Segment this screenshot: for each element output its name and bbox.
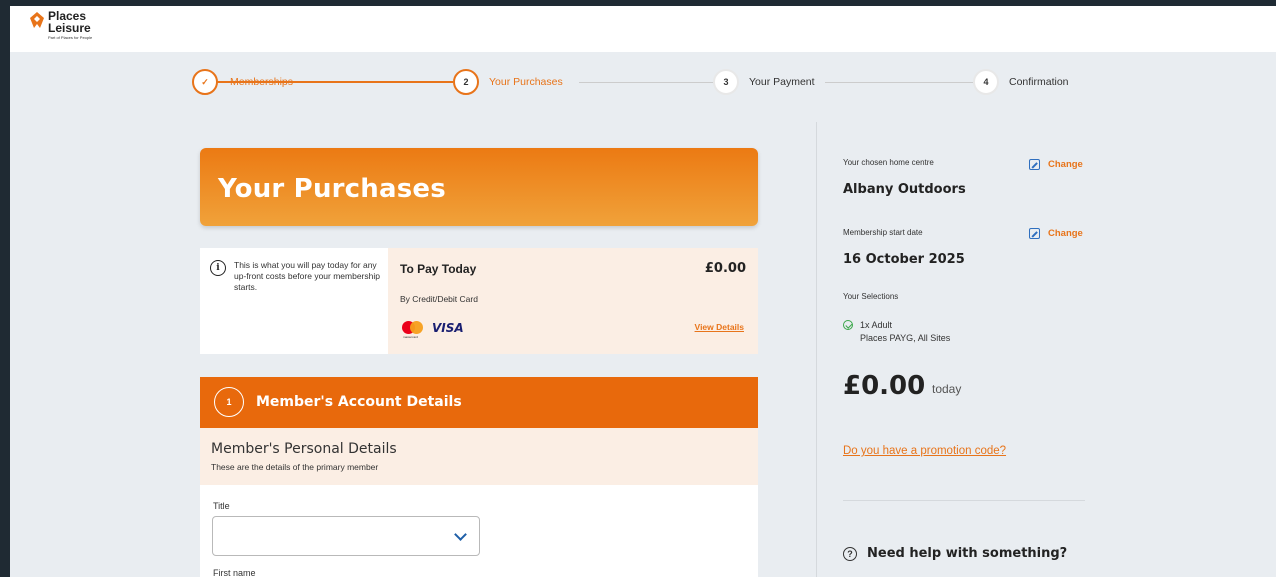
progress-stepper: ✓ Memberships 2 Your Purchases 3 Your Pa… — [10, 69, 1276, 99]
step-4-label: Confirmation — [1009, 76, 1069, 88]
info-icon: i — [210, 260, 226, 276]
personal-details-subtitle: These are the details of the primary mem… — [211, 462, 379, 472]
promo-code-link[interactable]: Do you have a promotion code? — [843, 445, 1006, 457]
pay-today-card: i This is what you will pay today for an… — [200, 248, 758, 354]
page-title: Your Purchases — [218, 174, 446, 204]
personal-details-form: Title First name — [200, 485, 758, 577]
logo-icon — [30, 12, 44, 28]
view-details-link[interactable]: View Details — [695, 322, 744, 332]
to-pay-today-title: To Pay Today — [400, 262, 477, 276]
step-3-label: Your Payment — [749, 76, 815, 88]
order-summary-sidebar: Your chosen home centre Change Albany Ou… — [816, 122, 1276, 577]
question-icon: ? — [843, 546, 857, 561]
account-details-title: Member's Account Details — [256, 394, 462, 410]
pay-info-text: This is what you will pay today for any … — [234, 260, 380, 292]
change-home-centre-button[interactable]: Change — [1029, 159, 1083, 170]
step-4-number: 4 — [973, 69, 999, 95]
total-suffix: today — [932, 382, 962, 396]
payment-method-text: By Credit/Debit Card — [400, 294, 478, 304]
sidebar-divider — [843, 500, 1085, 501]
check-circle-icon — [843, 320, 853, 330]
mastercard-icon: mastercard — [402, 321, 426, 339]
edit-icon — [1029, 159, 1040, 170]
title-field-label: Title — [213, 501, 230, 511]
step-2-label: Your Purchases — [489, 76, 563, 88]
title-select[interactable] — [212, 516, 480, 556]
account-step-number: 1 — [214, 387, 244, 417]
home-centre-label: Your chosen home centre — [843, 158, 934, 167]
top-bar: Places Leisure Part of Places for People — [10, 6, 1276, 52]
logo-line-2: Leisure — [48, 21, 91, 35]
step-1-label[interactable]: Memberships — [230, 76, 293, 88]
pay-info-panel: i This is what you will pay today for an… — [200, 248, 388, 354]
pay-today-panel: To Pay Today £0.00 By Credit/Debit Card … — [388, 248, 758, 354]
start-date-label: Membership start date — [843, 228, 923, 237]
help-section[interactable]: ? Need help with something? — [843, 546, 1067, 561]
personal-details-header: Member's Personal Details These are the … — [200, 428, 758, 485]
start-date-value: 16 October 2025 — [843, 252, 965, 267]
purchases-banner: Your Purchases — [200, 148, 758, 226]
account-details-header[interactable]: 1 Member's Account Details — [200, 377, 758, 428]
step-connector-2 — [579, 82, 714, 83]
logo-tagline: Part of Places for People — [48, 35, 93, 40]
selection-quantity: 1x Adult — [860, 320, 893, 330]
chevron-down-icon — [454, 528, 467, 541]
selection-item: 1x Adult Places PAYG, All Sites — [843, 319, 950, 345]
change-start-date-button[interactable]: Change — [1029, 228, 1083, 239]
home-centre-value: Albany Outdoors — [843, 182, 966, 197]
step-2-number: 2 — [453, 69, 479, 95]
visa-icon: VISA — [432, 321, 464, 335]
step-3-number: 3 — [713, 69, 739, 95]
personal-details-title: Member's Personal Details — [211, 441, 397, 457]
to-pay-today-amount: £0.00 — [704, 261, 746, 276]
step-1-check-icon[interactable]: ✓ — [192, 69, 218, 95]
total-amount: £0.00 — [843, 371, 926, 401]
selections-label: Your Selections — [843, 292, 899, 301]
first-name-label: First name — [213, 568, 256, 577]
selection-product: Places PAYG, All Sites — [860, 333, 951, 343]
help-title: Need help with something? — [867, 546, 1068, 561]
places-leisure-logo[interactable]: Places Leisure Part of Places for People — [30, 10, 92, 40]
step-connector-3 — [825, 82, 973, 83]
page-frame: Places Leisure Part of Places for People… — [10, 6, 1276, 577]
edit-icon — [1029, 228, 1040, 239]
